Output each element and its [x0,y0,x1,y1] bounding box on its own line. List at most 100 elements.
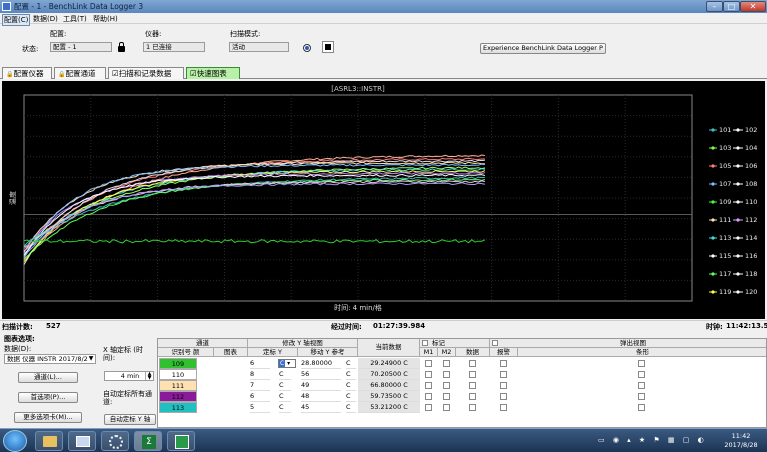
grid-data-checkbox[interactable] [469,382,476,389]
unit-dropdown[interactable]: C ▾ [278,359,296,368]
grid-color-cell[interactable]: 112 [159,391,197,402]
grid-m2-checkbox[interactable] [443,382,450,389]
group-header-current-data: 当前数据 [358,339,420,357]
taskbar-clock[interactable]: 11:42 2017/8/28 [718,432,764,450]
grid-m1-checkbox[interactable] [425,371,432,378]
tab-config-instrument[interactable]: 🔒配置仪器 [2,67,52,79]
minimize-button[interactable]: – [706,1,723,12]
config-field[interactable]: 配置 - 1 [50,42,112,52]
auto-scale-y-button[interactable]: 自动定标 Y 轴 [104,414,156,425]
grid-data-checkbox[interactable] [469,360,476,367]
grid-m1-checkbox[interactable] [425,393,432,400]
x-axis-spinner-icon[interactable]: ▲ ▼ [145,372,153,381]
markers-checkbox[interactable] [422,340,428,346]
lock-icon[interactable] [118,42,125,52]
grid-alarm-checkbox[interactable] [500,371,507,378]
experience-button[interactable]: Experience BenchLink Data Logger P [480,43,606,54]
grid-offset[interactable]: 48 [301,391,341,402]
spreadsheet-icon[interactable] [167,431,195,451]
tab-scan-record[interactable]: ☑扫描和记录数据 [108,67,184,79]
grid-color-cell[interactable]: 110 [159,369,197,380]
data-select[interactable]: 数据 仪器 INSTR 2017/8/2 [4,354,96,364]
start-button[interactable] [3,430,27,452]
group-header-markers: 标记 [420,339,490,348]
legend-label: 105 [719,162,731,170]
grid-data-checkbox[interactable] [469,371,476,378]
grid-alarm-checkbox[interactable] [500,382,507,389]
system-tray-icons[interactable]: ▭ ◉ ▴ ★ ⚑ ▦ ▢ ◐ [598,436,713,446]
grid-data-checkbox[interactable] [469,393,476,400]
grid-color-cell[interactable]: 109 [159,358,197,369]
window-title: 配置 - 1 - BenchLink Data Logger 3 [14,2,144,11]
legend-marker [711,218,715,222]
grid-offset[interactable]: 45 [301,402,341,413]
legend-marker [736,164,740,168]
tab-quick-chart[interactable]: ☑快速图表 [186,67,240,79]
header-color-text: 颜 [193,348,200,356]
header-bar: 条形 [518,348,766,357]
grid-scale[interactable]: 8 [250,369,270,380]
grid-unit[interactable]: C [279,391,291,402]
grid-offset[interactable]: 56 [301,369,341,380]
config-label: 配置: [50,30,67,38]
window-icon[interactable] [68,431,96,451]
settings-icon[interactable] [101,431,129,451]
channel-button[interactable]: 通道(L)... [18,372,78,383]
menu-help[interactable]: 帮助(H) [93,14,118,24]
grid-alarm-checkbox[interactable] [500,404,507,411]
grid-unit[interactable]: C [279,402,291,413]
grid-data-checkbox[interactable] [469,404,476,411]
legend-marker [711,182,715,186]
stop-button[interactable] [322,41,334,53]
grid-m1-checkbox[interactable] [425,382,432,389]
scan-mode-dropdown-icon[interactable] [303,44,311,52]
checkbox-icon: ☑ [112,69,119,78]
menu-tools[interactable]: 工具(T) [63,14,87,24]
grid-m1-checkbox[interactable] [425,404,432,411]
legend-label: 106 [745,162,757,170]
legend-marker [736,254,740,258]
legend-label: 110 [745,198,757,206]
grid-unit[interactable]: C [279,369,291,380]
grid-m2-checkbox[interactable] [443,360,450,367]
header-offset-y: 移动 Y 参考 [298,348,358,357]
grid-scale[interactable]: 6 [250,391,270,402]
grid-bar-checkbox[interactable] [638,371,645,378]
grid-m2-checkbox[interactable] [443,393,450,400]
grid-scale[interactable]: 5 [250,402,270,413]
channel-grid: 通道 修改 Y 轴视图 当前数据 标记 弹出视图 识别号 颜 图表 定标 Y 移… [157,338,767,428]
stop-icon [325,44,331,50]
more-tabs-button[interactable]: 更多选项卡(M)... [14,412,82,423]
close-button[interactable]: ✕ [740,1,766,12]
grid-offset[interactable]: 49 [301,380,341,391]
preferences-button[interactable]: 首选项(P)... [18,392,78,403]
grid-bar-checkbox[interactable] [638,404,645,411]
grid-m2-checkbox[interactable] [443,404,450,411]
grid-offset-unit: C [346,369,356,380]
status-label: 状态: [22,45,39,53]
tab-config-channels[interactable]: 🔒配置通道 [54,67,106,79]
grid-m2-checkbox[interactable] [443,371,450,378]
explorer-icon[interactable] [35,431,63,451]
grid-m1-checkbox[interactable] [425,360,432,367]
grid-scale[interactable]: 7 [250,380,270,391]
grid-offset[interactable]: 28.80000 [301,358,341,369]
benchlink-icon[interactable]: Σ [134,431,162,451]
maximize-button[interactable]: □ [723,1,740,12]
grid-bar-checkbox[interactable] [638,393,645,400]
quick-chart[interactable]: [ASRL3::INSTR] 时间: 4 min/格 温度 101 102 103 104 1… [2,81,765,319]
grid-bar-checkbox[interactable] [638,360,645,367]
chevron-down-icon[interactable]: ▼ [87,355,95,363]
grid-bar-checkbox[interactable] [638,382,645,389]
grid-scale[interactable]: 6 [250,358,270,369]
menu-data[interactable]: 数据(D) [33,14,58,24]
app-icon [2,2,11,11]
grid-color-cell[interactable]: 113 [159,402,197,413]
grid-color-cell[interactable]: 111 [159,380,197,391]
legend-label: 116 [745,252,757,260]
grid-alarm-checkbox[interactable] [500,393,507,400]
grid-unit[interactable]: C [279,380,291,391]
popup-checkbox[interactable] [492,340,498,346]
tab-label: 快速图表 [196,69,227,78]
grid-alarm-checkbox[interactable] [500,360,507,367]
